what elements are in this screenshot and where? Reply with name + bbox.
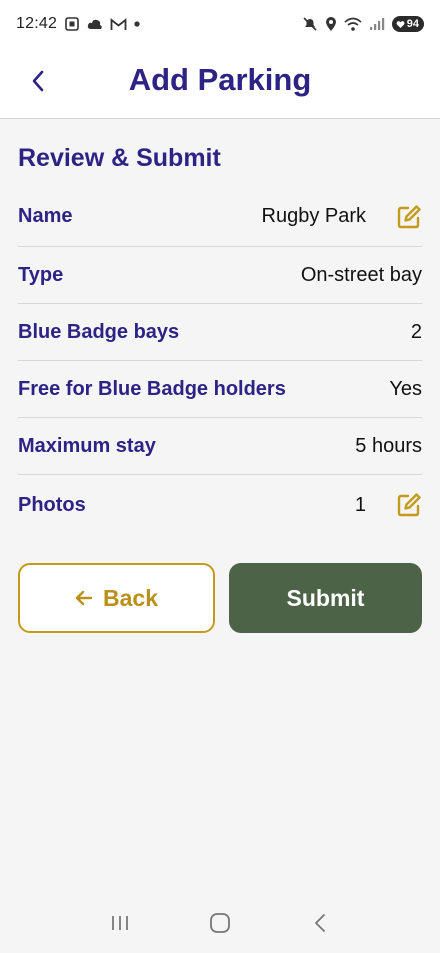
page-title: Add Parking [128,62,312,97]
row-label: Photos [18,493,86,516]
action-buttons: Back Submit [18,563,422,633]
notification-dot-icon [134,21,140,27]
row-value: 1 [354,493,366,516]
status-left: 12:42 [16,15,140,33]
status-bar: 12:42 94 [0,0,440,48]
gmail-icon [110,17,127,31]
row-right: 1 [355,492,422,518]
edit-photos-icon[interactable] [396,492,422,518]
row-value: 5 hours [355,434,422,457]
row-right: Rugby Park [262,204,423,230]
review-row-blue-badge-bays: Blue Badge bays 2 [18,304,422,361]
location-icon [325,16,337,32]
app-header: Add Parking [0,48,440,119]
review-row-name: Name Rugby Park [18,187,422,247]
back-button-label: Back [103,584,158,611]
row-value: Yes [389,377,422,400]
heart-icon [396,20,405,28]
arrow-left-icon [75,585,93,612]
recent-apps-icon[interactable] [100,903,140,943]
row-label: Blue Badge bays [18,320,180,343]
mute-icon [302,16,318,32]
row-label: Type [18,263,64,286]
wifi-icon [344,17,362,32]
row-label: Maximum stay [18,434,156,457]
row-label: Free for Blue Badge holders [18,377,286,400]
row-value: On-street bay [300,263,422,286]
home-icon[interactable] [200,903,240,943]
battery-badge: 94 [391,16,424,32]
cloud-icon [87,18,103,30]
review-row-free-for-blue-badge: Free for Blue Badge holders Yes [18,361,422,418]
review-row-type: Type On-street bay [18,247,422,304]
edit-name-icon[interactable] [396,204,422,230]
status-right: 94 [302,16,424,32]
signal-icon [369,17,385,31]
screenshot-icon [64,16,80,32]
nav-back-icon[interactable] [300,903,340,943]
review-row-photos: Photos 1 [18,475,422,535]
system-nav-bar [0,893,440,953]
section-title: Review & Submit [18,144,221,172]
battery-level: 94 [406,18,419,30]
review-row-maximum-stay: Maximum stay 5 hours [18,418,422,475]
submit-button[interactable]: Submit [229,563,422,633]
row-value: Rugby Park [261,205,367,227]
submit-button-label: Submit [286,584,365,611]
back-button[interactable]: Back [18,563,215,633]
row-label: Name [18,205,73,227]
row-value: 2 [410,320,422,343]
review-list: Name Rugby Park Type On-street bay Blue … [18,187,422,535]
status-time: 12:42 [16,15,58,32]
review-content: Review & Submit Name Rugby Park Type On-… [18,120,422,535]
